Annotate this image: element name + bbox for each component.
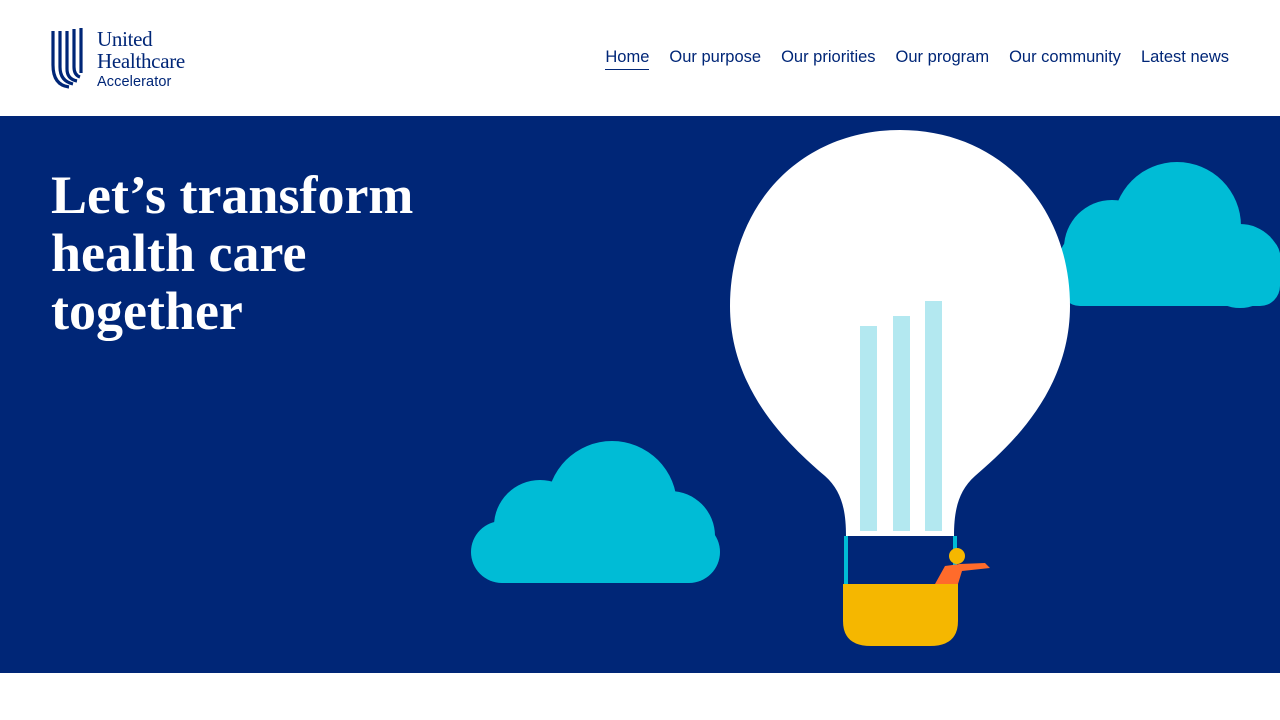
hero-headline-line-3: together [51,281,243,341]
nav-our-purpose[interactable]: Our purpose [669,47,761,70]
cloud-right-icon [1060,162,1280,308]
main-nav: Home Our purpose Our priorities Our prog… [605,47,1229,70]
nav-latest-news[interactable]: Latest news [1141,47,1229,70]
figure-icon [935,548,990,584]
hero-banner: Let’s transform health care together [0,116,1280,673]
brand-wordmark: United Healthcare Accelerator [97,29,185,90]
brand-line-2: Healthcare [97,49,185,73]
brand-line-1: United [97,27,153,51]
site-header: United Healthcare Accelerator Home Our p… [0,0,1280,116]
brand-line-3: Accelerator [97,74,172,90]
hero-headline-line-2: health care [51,223,307,283]
lightbulb-balloon-icon [730,130,1070,646]
hero-headline: Let’s transform health care together [51,166,471,340]
nav-our-program[interactable]: Our program [896,47,990,70]
brand-logo[interactable]: United Healthcare Accelerator [51,27,201,89]
cloud-left-icon [471,441,720,583]
hero-headline-line-1: Let’s transform [51,165,414,225]
nav-our-community[interactable]: Our community [1009,47,1121,70]
brand-logo-icon [51,28,83,89]
nav-home[interactable]: Home [605,47,650,70]
nav-our-priorities[interactable]: Our priorities [781,47,875,70]
